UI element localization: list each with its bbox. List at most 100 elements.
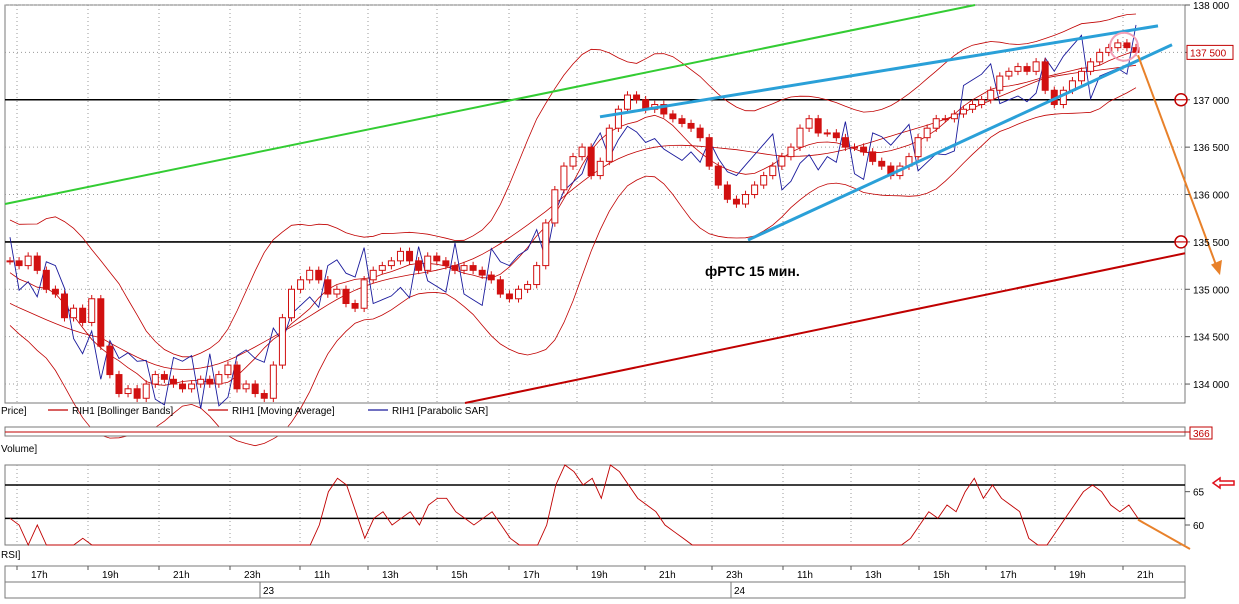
candle-down — [324, 279, 332, 295]
candle-up — [978, 99, 986, 105]
candle-up — [623, 94, 631, 110]
price-tick-label: 134 500 — [1193, 333, 1230, 344]
candle-down — [51, 288, 59, 295]
candle-down — [60, 293, 68, 319]
candle-up — [923, 127, 931, 139]
candle-up — [823, 132, 831, 135]
candle-up — [605, 127, 613, 162]
candle-up — [151, 374, 159, 385]
candle-up — [987, 89, 995, 101]
candle-up — [424, 255, 432, 271]
rsi-panel — [4, 464, 1186, 546]
candle-up — [269, 364, 277, 399]
time-tick-label: 13h — [865, 570, 882, 581]
time-tick-label: 19h — [1069, 570, 1086, 581]
candle-up — [188, 383, 196, 390]
chart-annotation: фРТС 15 мин. — [705, 263, 800, 279]
candle-down — [1041, 61, 1049, 91]
candle-down — [251, 383, 259, 395]
candle-down — [1123, 42, 1131, 49]
candle-up — [932, 118, 940, 129]
candle-down — [79, 307, 87, 323]
candle-up — [760, 175, 768, 186]
candle-down — [587, 146, 595, 177]
time-tick-label: 17h — [1000, 570, 1017, 581]
candle-down — [415, 260, 423, 271]
candle-up — [224, 364, 232, 376]
candle-up — [288, 288, 295, 319]
candle-down — [687, 122, 695, 129]
time-tick-label: 13h — [382, 570, 399, 581]
candle-down — [832, 132, 840, 139]
candle-down — [814, 118, 822, 134]
time-tick-label: 15h — [933, 570, 950, 581]
candle-down — [496, 279, 504, 295]
chart-canvas: 138 000 137 500 137 000 136 500 136 000 135 5… — [1, 1, 1235, 599]
candle-up — [851, 146, 858, 149]
candle-down — [97, 298, 105, 347]
candle-down — [106, 345, 114, 376]
candle-down — [351, 303, 359, 309]
time-tick-label: 19h — [591, 570, 608, 581]
legend-entry-sar: RIH1 [Parabolic SAR] — [392, 406, 488, 417]
candle-up — [6, 260, 14, 263]
candle-up — [515, 288, 523, 300]
price-panel — [4, 4, 1186, 404]
time-tick-label: 17h — [31, 570, 48, 581]
candle-up — [533, 265, 541, 286]
candle-up — [360, 279, 368, 309]
candle-up — [197, 378, 205, 385]
trading-chart-window: 138 000 137 500 137 000 136 500 136 000 135 5… — [0, 0, 1239, 599]
candle-down — [42, 269, 50, 290]
candle-down — [841, 137, 849, 148]
orange-arrow-head — [1211, 259, 1222, 276]
price-tick-label: 134 000 — [1193, 380, 1230, 391]
candle-down — [406, 250, 414, 262]
candle-down — [869, 151, 877, 162]
last-price-label: 137 500 — [1190, 48, 1227, 59]
time-tick-label: 21h — [173, 570, 190, 581]
candle-down — [478, 269, 486, 276]
candle-up — [751, 184, 759, 196]
time-tick-label: 21h — [659, 570, 676, 581]
candle-down — [505, 293, 513, 300]
candle-down — [878, 160, 886, 167]
candle-down — [451, 265, 459, 271]
candle-up — [278, 317, 286, 366]
candle-down — [678, 118, 686, 124]
candle-down — [487, 274, 495, 281]
time-tick-label: 21h — [1137, 570, 1154, 581]
candle-up — [950, 113, 958, 120]
candle-up — [769, 165, 777, 177]
candle-up — [778, 156, 786, 167]
time-tick-label: 19h — [102, 570, 119, 581]
candle-down — [669, 113, 677, 120]
candle-up — [88, 298, 96, 323]
price-tick-label: 138 000 — [1193, 1, 1230, 12]
rsi-tick-label: 65 — [1193, 488, 1205, 499]
candle-down — [115, 374, 123, 395]
legend-entry-bollinger: RIH1 [Bollinger Bands] — [72, 406, 173, 417]
candle-down — [860, 146, 868, 153]
candle-down — [206, 378, 214, 385]
candle-down — [33, 255, 41, 271]
candle-up — [742, 194, 750, 205]
candle-up — [914, 137, 922, 158]
price-tick-label: 136 000 — [1193, 191, 1230, 202]
candle-down — [260, 393, 268, 399]
candle-down — [732, 198, 740, 205]
candle-up — [387, 260, 395, 267]
candle-up — [596, 160, 604, 177]
candle-up — [1087, 61, 1095, 72]
candle-down — [714, 165, 722, 186]
candle-up — [142, 383, 150, 399]
candle-down — [1023, 66, 1031, 72]
candle-down — [633, 94, 641, 101]
candle-down — [233, 364, 241, 390]
price-tick-label: 135 500 — [1193, 238, 1230, 249]
candle-up — [24, 255, 32, 267]
candle-up — [959, 108, 967, 115]
time-tick-label: 11h — [797, 570, 813, 581]
candle-up — [333, 288, 341, 295]
candle-up — [941, 118, 949, 121]
